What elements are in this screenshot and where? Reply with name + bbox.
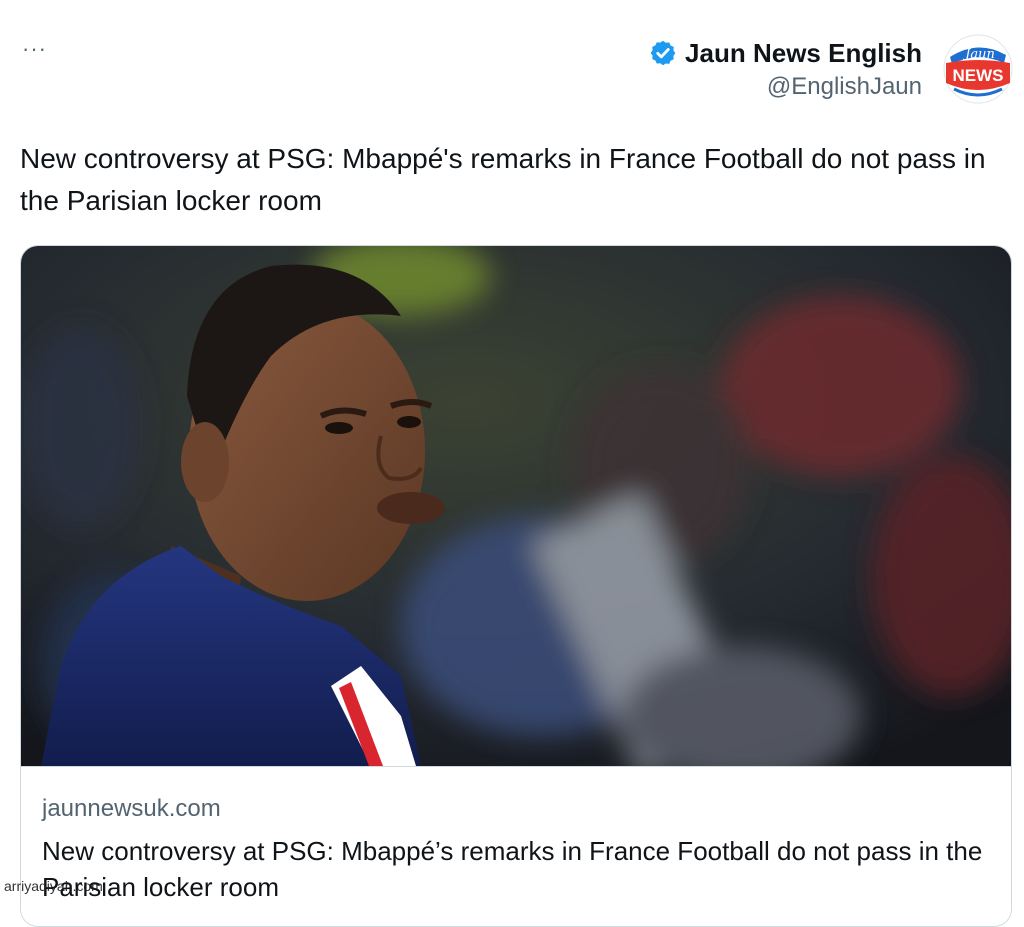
card-title: New controversy at PSG: Mbappé’s remarks… <box>42 836 983 902</box>
author-block: Jaun News English @EnglishJaun <box>649 36 922 102</box>
watermark: arriyadiyah.com <box>4 878 103 894</box>
display-name[interactable]: Jaun News English <box>685 36 922 70</box>
jaun-news-logo: Jaun NEWS <box>943 34 1013 104</box>
more-options-button[interactable]: ··· <box>22 38 47 60</box>
card-image <box>21 246 1011 766</box>
avatar[interactable]: Jaun NEWS <box>942 33 1014 105</box>
link-preview-card[interactable]: jaunnewsuk.com New controversy at PSG: M… <box>20 245 1012 927</box>
card-meta: jaunnewsuk.com New controversy at PSG: M… <box>21 766 1011 926</box>
tweet-text: New controversy at PSG: Mbappé's remarks… <box>20 143 986 216</box>
logo-text-bottom: NEWS <box>953 66 1004 85</box>
author-name-row[interactable]: Jaun News English <box>649 36 922 70</box>
verified-badge-icon <box>650 40 676 66</box>
logo-text-top: Jaun <box>962 47 995 62</box>
user-handle[interactable]: @EnglishJaun <box>649 72 922 102</box>
card-domain: jaunnewsuk.com <box>42 795 221 822</box>
